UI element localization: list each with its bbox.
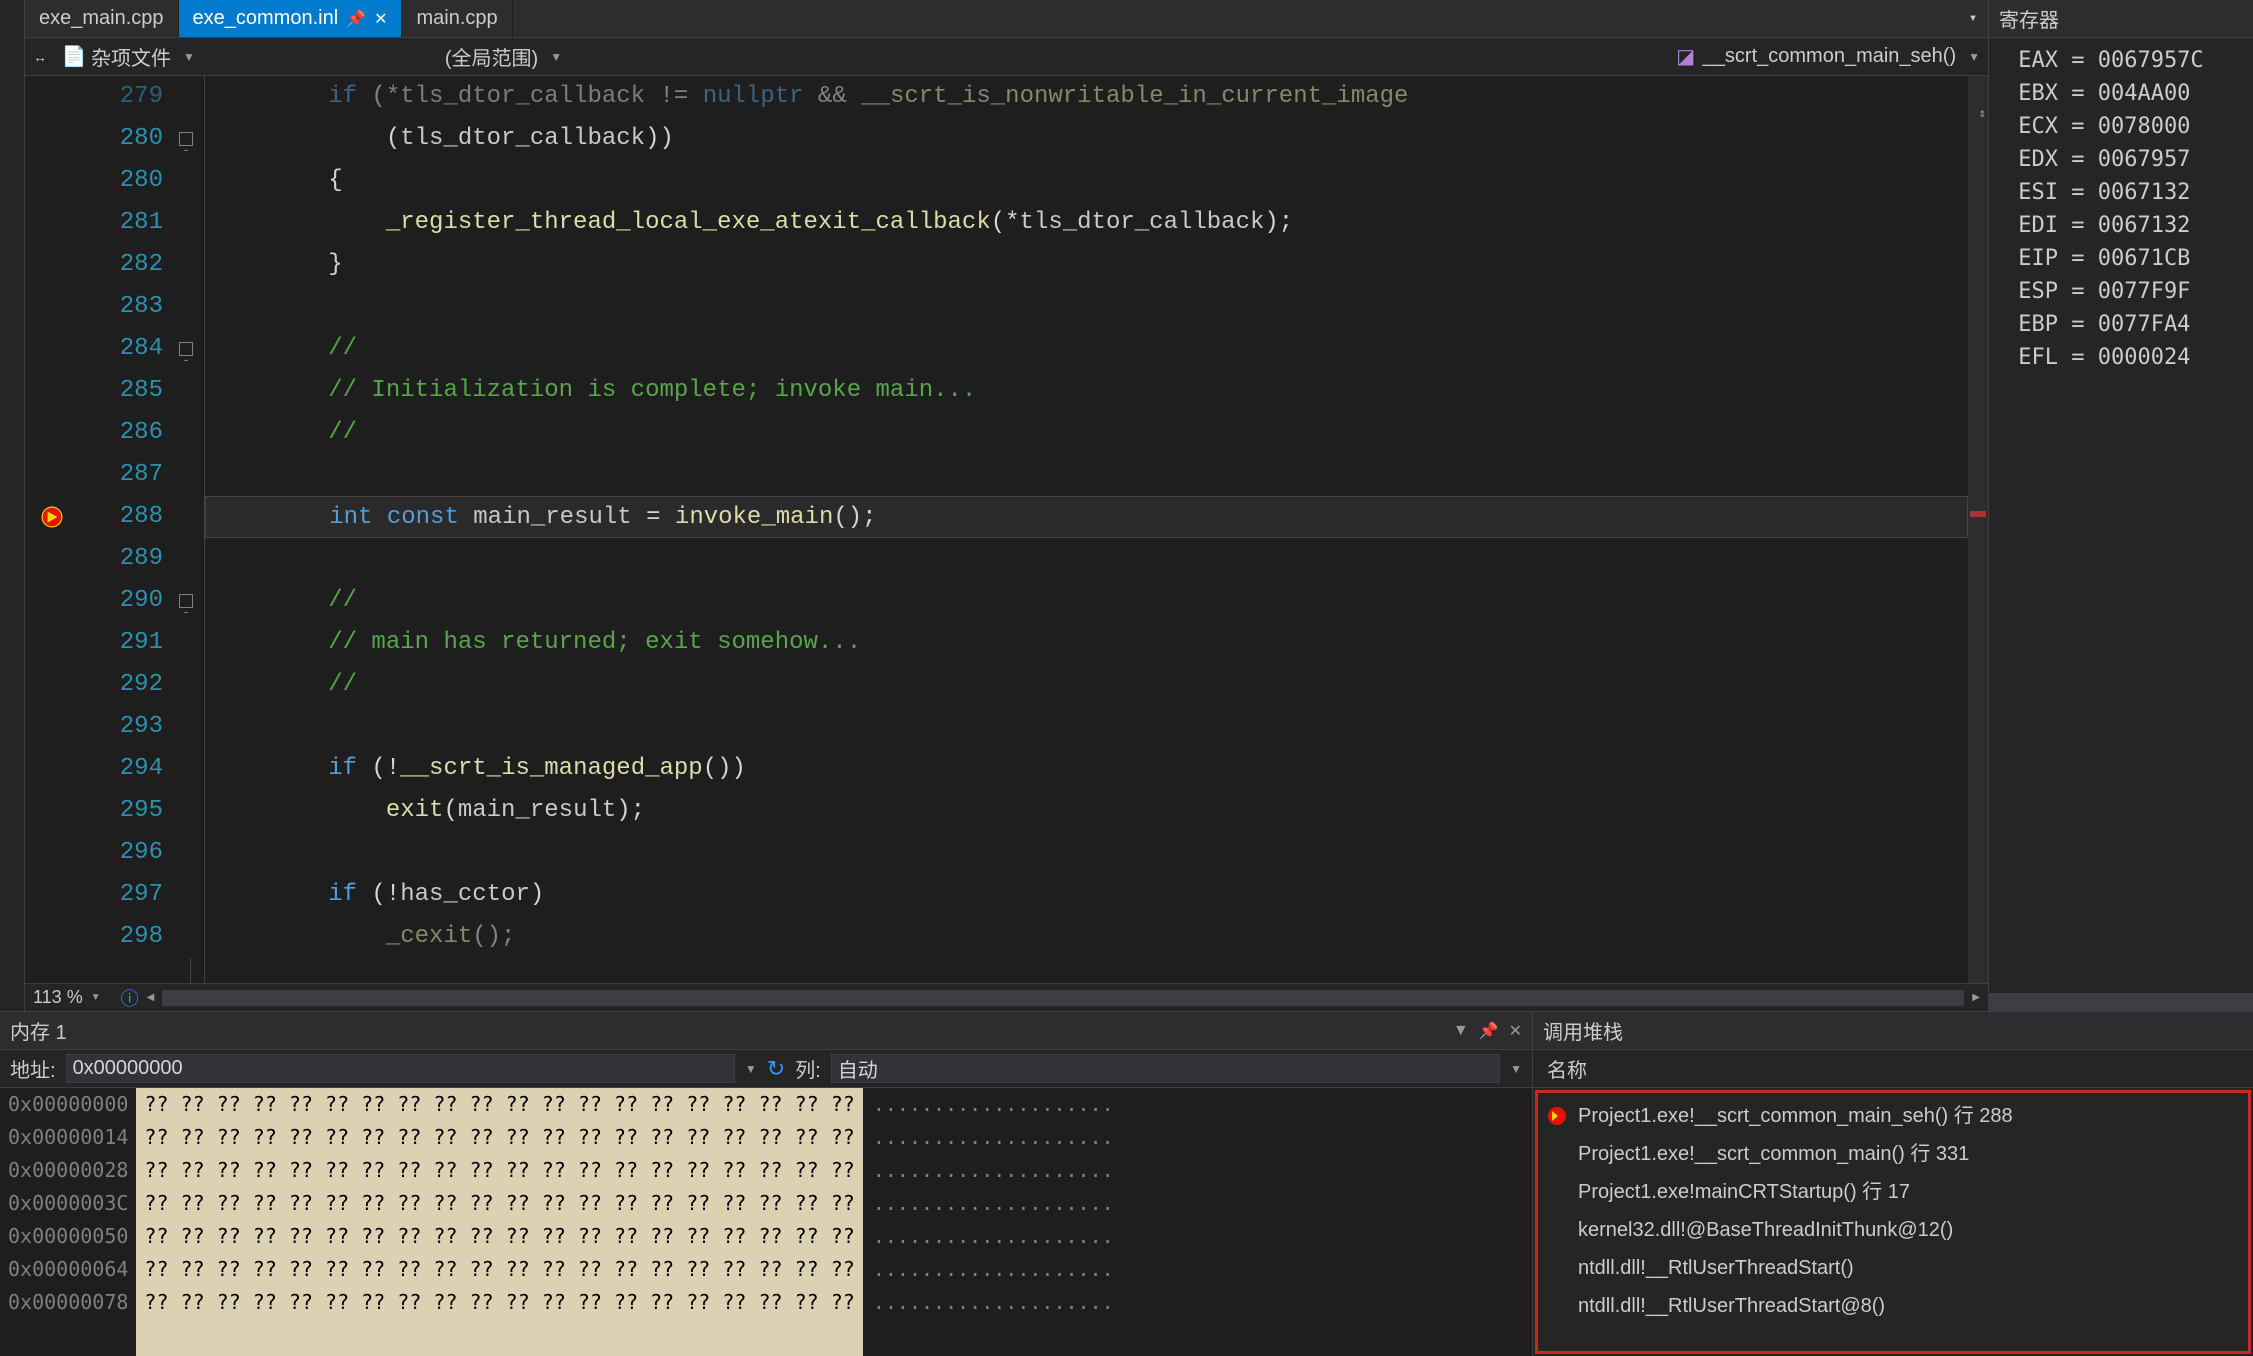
callstack-frame-label: Project1.exe!mainCRTStartup() 行 17 bbox=[1578, 1173, 1910, 1211]
chevron-down-icon[interactable]: ▼ bbox=[183, 50, 195, 64]
tab-exe-common-inl[interactable]: exe_common.inl 📌 ✕ bbox=[179, 0, 403, 37]
callstack-frame-label: Project1.exe!__scrt_common_main() 行 331 bbox=[1578, 1135, 1969, 1173]
left-toolbar bbox=[0, 0, 25, 1011]
nav-scope[interactable]: (全局范围) bbox=[441, 40, 542, 73]
registers-panel: 寄存器 EAX = 0067957C EBX = 004AA00 ECX = 0… bbox=[1988, 0, 2253, 1011]
nav-symbol[interactable]: ◪ __scrt_common_main_seh() bbox=[1673, 43, 1960, 70]
callstack-panel: 调用堆栈 名称 Project1.exe!__scrt_common_main_… bbox=[1533, 1012, 2253, 1356]
chevron-left-icon[interactable]: ◀ bbox=[147, 992, 155, 1003]
editor-status-bar: 113 % ▼ ⓘ ◀ ▶ bbox=[25, 983, 1988, 1011]
window-position-icon[interactable]: ▼ bbox=[1453, 1022, 1469, 1040]
tab-bar: exe_main.cpp exe_common.inl 📌 ✕ main.cpp… bbox=[25, 0, 1988, 38]
method-icon: ◪ bbox=[1677, 48, 1695, 66]
tab-label: exe_common.inl bbox=[193, 7, 339, 30]
file-icon: 📄 bbox=[65, 48, 83, 66]
nav-scope-label: (全局范围) bbox=[445, 42, 538, 71]
callstack-frame[interactable]: ntdll.dll!__RtlUserThreadStart@8() bbox=[1544, 1287, 2242, 1325]
close-icon[interactable]: ✕ bbox=[374, 9, 387, 29]
callstack-frame-label: ntdll.dll!__RtlUserThreadStart@8() bbox=[1578, 1287, 1885, 1325]
nav-back-icon[interactable]: ↔ bbox=[33, 49, 53, 65]
memory-toolbar: 地址: ▼ ↻ 列: ▼ bbox=[0, 1050, 1532, 1088]
chevron-down-icon[interactable]: ▼ bbox=[1968, 50, 1980, 64]
nav-project-label: 杂项文件 bbox=[91, 42, 171, 71]
dropdown-icon[interactable]: ▼ bbox=[1510, 1062, 1522, 1076]
horizontal-scrollbar[interactable] bbox=[162, 990, 1964, 1006]
refresh-icon[interactable]: ↻ bbox=[767, 1056, 785, 1082]
memory-dump[interactable]: 0x000000000x000000140x000000280x0000003C… bbox=[0, 1088, 1532, 1356]
pin-icon[interactable]: 📌 bbox=[346, 9, 366, 29]
chevron-right-icon[interactable]: ▶ bbox=[1972, 992, 1980, 1003]
memory-address-input[interactable] bbox=[66, 1054, 735, 1083]
nav-symbol-label: __scrt_common_main_seh() bbox=[1703, 45, 1956, 68]
callstack-frame-label: Project1.exe!__scrt_common_main_seh() 行 … bbox=[1578, 1097, 2013, 1135]
close-icon[interactable]: ✕ bbox=[1509, 1021, 1522, 1041]
memory-columns-input[interactable] bbox=[831, 1054, 1500, 1083]
callstack-panel-title: 调用堆栈 bbox=[1543, 1016, 1623, 1045]
nav-project[interactable]: 📄 杂项文件 bbox=[61, 40, 175, 73]
vertical-scrollbar[interactable]: ⇕ bbox=[1968, 76, 1988, 983]
callstack-column-header[interactable]: 名称 bbox=[1533, 1050, 2253, 1088]
callstack-frame-label: ntdll.dll!__RtlUserThreadStart() bbox=[1578, 1249, 1854, 1287]
memory-columns-label: 列: bbox=[795, 1054, 821, 1083]
callstack-frame[interactable]: Project1.exe!__scrt_common_main_seh() 行 … bbox=[1544, 1097, 2242, 1135]
fold-gutter[interactable] bbox=[175, 76, 205, 983]
callstack-frame[interactable]: ntdll.dll!__RtlUserThreadStart() bbox=[1544, 1249, 2242, 1287]
callstack-frame[interactable]: kernel32.dll!@BaseThreadInitThunk@12() bbox=[1544, 1211, 2242, 1249]
registers-scrollbar[interactable] bbox=[1989, 993, 2253, 1011]
zoom-level[interactable]: 113 % bbox=[33, 987, 83, 1008]
callstack-frame[interactable]: Project1.exe!mainCRTStartup() 行 17 bbox=[1544, 1173, 2242, 1211]
chevron-down-icon[interactable]: ▼ bbox=[550, 50, 562, 64]
registers-list: EAX = 0067957C EBX = 004AA00 ECX = 00780… bbox=[1989, 38, 2253, 993]
code-editor[interactable]: 2792802802812822832842852862872882892902… bbox=[25, 76, 1988, 983]
memory-address-label: 地址: bbox=[10, 1054, 56, 1083]
info-icon[interactable]: ⓘ bbox=[121, 985, 139, 1011]
dropdown-icon[interactable]: ▼ bbox=[745, 1062, 757, 1076]
line-number-gutter: 2792802802812822832842852862872882892902… bbox=[25, 76, 175, 983]
chevron-down-icon[interactable]: ▼ bbox=[91, 992, 101, 1003]
tab-exe-main[interactable]: exe_main.cpp bbox=[25, 0, 179, 37]
tab-label: main.cpp bbox=[416, 7, 497, 30]
navigation-bar: ↔ 📄 杂项文件 ▼ (全局范围) ▼ ◪ __scrt_common_main… bbox=[25, 38, 1988, 76]
code-lines[interactable]: if (*tls_dtor_callback != nullptr && __s… bbox=[205, 76, 1968, 983]
memory-panel: 内存 1 ▼ 📌 ✕ 地址: ▼ ↻ 列: ▼ 0x000000000x0000… bbox=[0, 1012, 1533, 1356]
tab-label: exe_main.cpp bbox=[39, 7, 164, 30]
callstack-frame-label: kernel32.dll!@BaseThreadInitThunk@12() bbox=[1578, 1211, 1953, 1249]
callstack-frame[interactable]: Project1.exe!__scrt_common_main() 行 331 bbox=[1544, 1135, 2242, 1173]
callstack-col-name: 名称 bbox=[1547, 1060, 1587, 1082]
registers-panel-title: 寄存器 bbox=[1989, 0, 2253, 38]
pin-icon[interactable]: 📌 bbox=[1479, 1021, 1499, 1041]
tabs-overflow-dropdown[interactable]: ▾ bbox=[1958, 0, 1988, 37]
memory-panel-title: 内存 1 bbox=[10, 1016, 67, 1045]
callstack-frames[interactable]: Project1.exe!__scrt_common_main_seh() 行 … bbox=[1535, 1090, 2251, 1354]
tab-main-cpp[interactable]: main.cpp bbox=[402, 0, 512, 37]
